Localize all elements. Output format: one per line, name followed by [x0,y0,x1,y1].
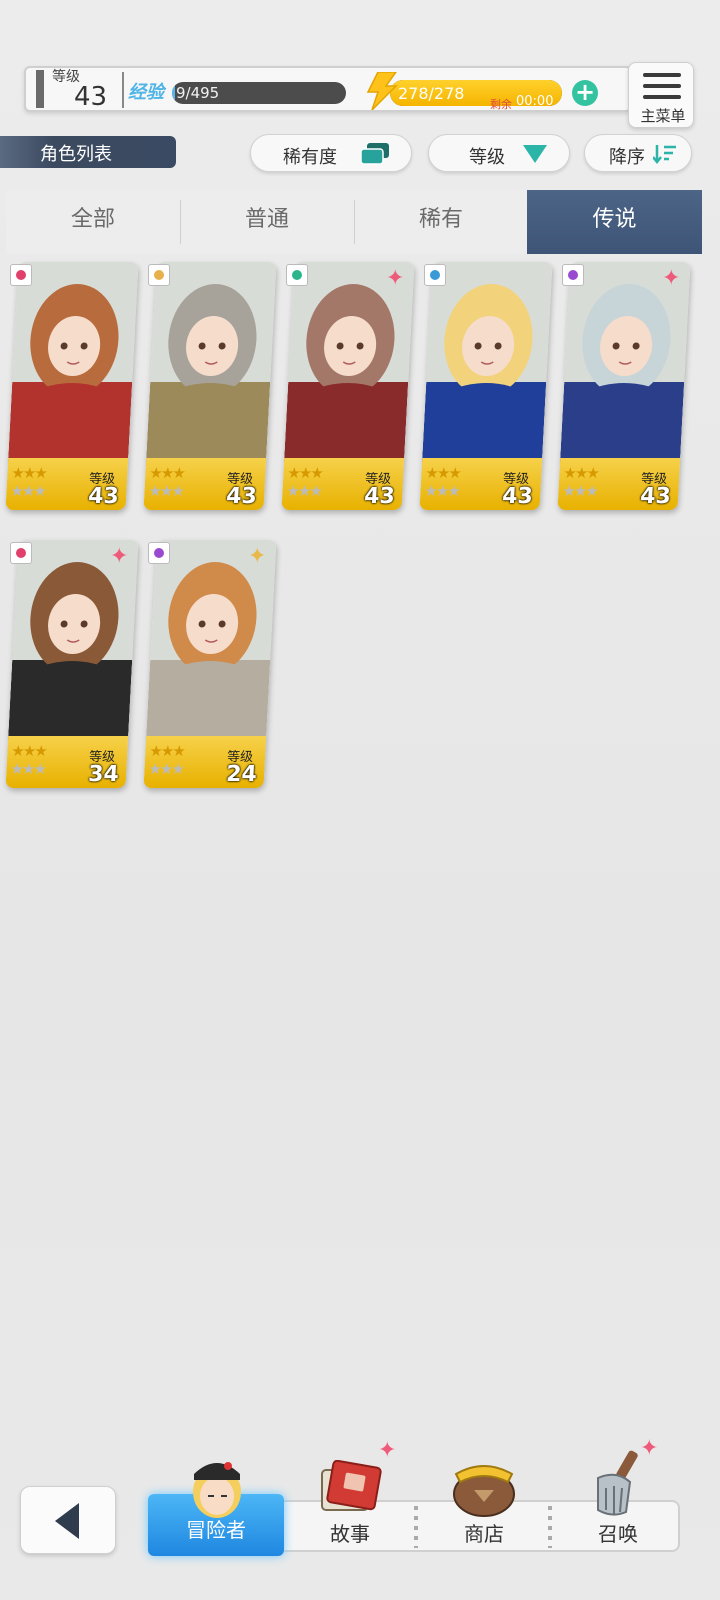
character-card[interactable]: ★★★ ★★★ 等级 24 [143,540,277,788]
character-portrait [284,262,415,462]
element-dot [16,548,26,558]
new-badge-sparkle-icon: ✦ [378,1438,397,1463]
exp-label: 经验 [128,82,164,103]
element-dot [16,270,26,280]
sparkle-icon: ✦ [248,544,267,569]
fire-element-icon [10,264,32,286]
character-card[interactable]: ★★★ ★★★ 等级 43 [557,262,691,510]
story-book-icon[interactable] [318,1460,386,1516]
character-portrait [422,262,553,462]
star-rating-empty: ★★★ [10,482,46,500]
star-rating: ★★★ [562,464,599,482]
lightning-icon [366,72,398,110]
nav-story-tab[interactable]: 故事 [300,1518,400,1547]
dark-element-icon [148,542,170,564]
character-card[interactable]: ★★★ ★★★ 等级 43 [419,262,553,510]
nav-adventurer-label: 冒险者 [186,1518,246,1542]
light-element-icon [148,264,170,286]
cards-icon [361,143,389,165]
element-dot [154,270,164,280]
nav-summon-tab[interactable]: 召唤 [568,1518,668,1547]
element-dot [154,548,164,558]
character-card[interactable]: ★★★ ★★★ 等级 34 [5,540,139,788]
level-sort-label: 等级 [469,147,505,168]
star-rating: ★★★ [10,464,47,482]
divider [122,72,124,108]
order-label: 降序 [609,147,645,168]
character-portrait [560,262,691,462]
hamburger-icon [643,95,681,99]
character-portrait [8,540,139,740]
level-sort-button[interactable]: 等级 [428,134,570,172]
element-dot [292,270,302,280]
shop-bag-icon[interactable] [448,1452,520,1518]
page-title: 角色列表 [40,144,112,165]
card-level-value: 43 [87,484,120,509]
add-stamina-button[interactable]: + [572,80,598,106]
nav-shop-tab[interactable]: 商店 [434,1518,534,1547]
divider [414,1506,418,1548]
divider [548,1506,552,1548]
element-dot [568,270,578,280]
star-rating-empty: ★★★ [562,482,598,500]
card-level-value: 24 [225,762,258,787]
dark-element-icon [562,264,584,286]
new-badge-sparkle-icon: ✦ [640,1436,659,1461]
triangle-down-icon [523,145,547,163]
tab-all[interactable]: 全部 [6,190,180,254]
exp-progress-fill [172,82,176,104]
character-portrait [146,540,277,740]
remain-label: 剩余 [490,98,512,111]
remain-time: 00:00 [516,94,554,109]
stamina-value: 278/278 [398,84,465,103]
main-menu-button[interactable]: 主菜单 [628,62,694,128]
exp-value: 9/495 [176,84,220,102]
hamburger-icon [643,84,681,88]
character-portrait [146,262,277,462]
card-level-value: 43 [639,484,672,509]
tab-legendary[interactable]: 传说 [527,190,702,254]
fire-element-icon [10,542,32,564]
star-rating-empty: ★★★ [286,482,322,500]
water-element-icon [424,264,446,286]
player-level-value: 43 [74,82,108,112]
tab-common[interactable]: 普通 [180,190,354,254]
star-rating: ★★★ [148,742,185,760]
wind-element-icon [286,264,308,286]
hamburger-icon [643,73,681,77]
element-dot [430,270,440,280]
card-level-value: 43 [363,484,396,509]
sparkle-icon: ✦ [110,544,129,569]
main-menu-label: 主菜单 [640,107,686,125]
back-arrow-icon [55,1503,79,1539]
star-rating: ★★★ [10,742,47,760]
star-rating: ★★★ [424,464,461,482]
rarity-filter-label: 稀有度 [283,147,337,168]
star-rating-empty: ★★★ [148,482,184,500]
card-level-value: 43 [501,484,534,509]
character-card[interactable]: ★★★ ★★★ 等级 43 [5,262,139,510]
card-level-value: 43 [225,484,258,509]
character-card[interactable]: ★★★ ★★★ 等级 43 [143,262,277,510]
sparkle-icon: ✦ [386,266,405,291]
character-portrait [8,262,139,462]
star-rating: ★★★ [148,464,185,482]
sparkle-icon: ✦ [662,266,681,291]
star-rating-empty: ★★★ [424,482,460,500]
star-rating-empty: ★★★ [10,760,46,778]
tab-rare[interactable]: 稀有 [354,190,528,254]
order-toggle-button[interactable]: 降序 [584,134,692,172]
rarity-tabs: 全部 普通 稀有 传说 [6,190,702,254]
star-rating-empty: ★★★ [148,760,184,778]
back-button[interactable] [20,1486,116,1554]
character-card[interactable]: ★★★ ★★★ 等级 43 [281,262,415,510]
card-level-value: 34 [87,762,120,787]
star-rating: ★★★ [286,464,323,482]
sort-descending-icon [653,145,676,165]
level-marker [36,70,44,108]
rarity-filter-button[interactable]: 稀有度 [250,134,412,172]
